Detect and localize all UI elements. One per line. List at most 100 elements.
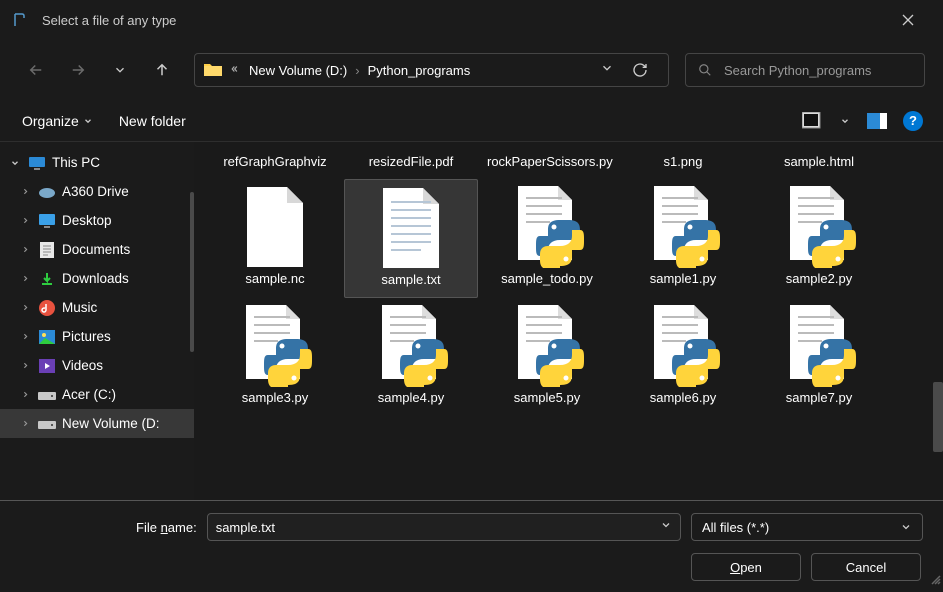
file-type-filter[interactable]: All files (*.*) (691, 513, 923, 541)
file-tile[interactable]: s1.png (616, 146, 750, 179)
file-tile[interactable]: resizedFile.pdf (344, 146, 478, 179)
chevron-right-icon[interactable] (18, 216, 32, 225)
search-box[interactable] (685, 53, 925, 87)
file-name: sample7.py (786, 390, 852, 407)
view-dropdown[interactable] (839, 109, 851, 133)
file-icon (643, 306, 723, 386)
file-tile[interactable]: sample4.py (344, 298, 478, 415)
organize-button[interactable]: Organize (20, 109, 95, 133)
up-button[interactable] (144, 52, 180, 88)
file-name: sample.txt (381, 272, 440, 289)
drive-icon (38, 415, 56, 433)
sidebar-root-this-pc[interactable]: This PC (0, 148, 194, 177)
chevron-right-icon[interactable] (18, 332, 32, 341)
window-title: Select a file of any type (42, 13, 885, 28)
chevron-right-icon[interactable] (18, 187, 32, 196)
sidebar-item-downloads[interactable]: Downloads (0, 264, 194, 293)
filegrid-scrollbar[interactable] (933, 382, 943, 452)
file-grid[interactable]: refGraphGraphviz resizedFile.pdf rockPaper… (194, 142, 943, 500)
file-name: sample5.py (514, 390, 580, 407)
file-icon (235, 187, 315, 267)
file-tile[interactable]: sample1.py (616, 179, 750, 298)
downloads-icon (38, 270, 56, 288)
file-tile[interactable]: rockPaperScissors.py (480, 146, 614, 179)
drive-icon (38, 386, 56, 404)
chevron-left-small-icon[interactable] (231, 61, 241, 79)
close-button[interactable] (885, 4, 931, 36)
file-name: refGraphGraphviz (223, 154, 326, 171)
file-name: sample1.py (650, 271, 716, 288)
chevron-right-icon[interactable] (18, 390, 32, 399)
chevron-right-icon[interactable] (18, 419, 32, 428)
refresh-button[interactable] (620, 53, 660, 87)
file-icon (507, 187, 587, 267)
new-folder-button[interactable]: New folder (117, 109, 188, 133)
recent-dropdown[interactable] (102, 52, 138, 88)
breadcrumb[interactable]: New Volume (D:) › Python_programs (194, 53, 669, 87)
filename-dropdown[interactable] (654, 518, 672, 536)
help-button[interactable]: ? (903, 111, 923, 131)
chevron-right-icon[interactable] (18, 361, 32, 370)
filename-input[interactable] (216, 520, 654, 535)
breadcrumb-dropdown[interactable] (594, 61, 620, 80)
file-name: rockPaperScissors.py (487, 154, 607, 171)
navigation-bar: New Volume (D:) › Python_programs (0, 40, 943, 100)
file-icon (643, 187, 723, 267)
file-tile[interactable]: refGraphGraphviz (208, 146, 342, 179)
sidebar-item-a360-drive[interactable]: A360 Drive (0, 177, 194, 206)
file-tile[interactable]: sample.txt (344, 179, 478, 298)
videos-icon (38, 357, 56, 375)
file-icon (235, 306, 315, 386)
app-icon (12, 12, 28, 28)
file-tile[interactable]: sample7.py (752, 298, 886, 415)
sidebar-item-music[interactable]: Music (0, 293, 194, 322)
sidebar-item-acer-c-[interactable]: Acer (C:) (0, 380, 194, 409)
cloud-icon (38, 183, 56, 201)
footer: File name: All files (*.*) Open Cancel (0, 500, 943, 592)
file-name: sample.nc (245, 271, 304, 288)
sidebar-item-new-volume-d-[interactable]: New Volume (D: (0, 409, 194, 438)
search-icon (698, 63, 712, 77)
title-bar: Select a file of any type (0, 0, 943, 40)
breadcrumb-segment-0[interactable]: New Volume (D:) (245, 61, 351, 80)
search-input[interactable] (724, 63, 912, 78)
filename-combo[interactable] (207, 513, 681, 541)
open-button[interactable]: Open (691, 553, 801, 581)
file-icon (371, 306, 451, 386)
file-tile[interactable]: sample5.py (480, 298, 614, 415)
file-name: sample2.py (786, 271, 852, 288)
chevron-right-icon[interactable] (18, 274, 32, 283)
file-icon (371, 188, 451, 268)
chevron-down-icon[interactable] (8, 158, 22, 168)
sidebar-item-pictures[interactable]: Pictures (0, 322, 194, 351)
back-button[interactable] (18, 52, 54, 88)
pictures-icon (38, 328, 56, 346)
resize-grip[interactable] (929, 572, 941, 590)
folder-icon (203, 62, 223, 78)
sidebar-item-videos[interactable]: Videos (0, 351, 194, 380)
file-name: sample4.py (378, 390, 444, 407)
preview-pane-button[interactable] (865, 109, 889, 133)
file-name: resizedFile.pdf (369, 154, 454, 171)
file-tile[interactable]: sample_todo.py (480, 179, 614, 298)
forward-button[interactable] (60, 52, 96, 88)
file-icon (779, 187, 859, 267)
file-tile[interactable]: sample.html (752, 146, 886, 179)
view-mode-button[interactable] (801, 109, 825, 133)
desktop-icon (38, 212, 56, 230)
chevron-right-icon[interactable] (18, 303, 32, 312)
file-tile[interactable]: sample.nc (208, 179, 342, 298)
sidebar-item-desktop[interactable]: Desktop (0, 206, 194, 235)
docs-icon (38, 241, 56, 259)
sidebar-item-documents[interactable]: Documents (0, 235, 194, 264)
file-tile[interactable]: sample2.py (752, 179, 886, 298)
file-tile[interactable]: sample3.py (208, 298, 342, 415)
toolbar: Organize New folder ? (0, 100, 943, 142)
cancel-button[interactable]: Cancel (811, 553, 921, 581)
breadcrumb-segment-1[interactable]: Python_programs (364, 61, 475, 80)
file-tile[interactable]: sample6.py (616, 298, 750, 415)
chevron-right-icon[interactable] (18, 245, 32, 254)
file-name: s1.png (663, 154, 702, 171)
chevron-down-icon (900, 521, 912, 533)
chevron-right-icon[interactable]: › (355, 63, 359, 78)
